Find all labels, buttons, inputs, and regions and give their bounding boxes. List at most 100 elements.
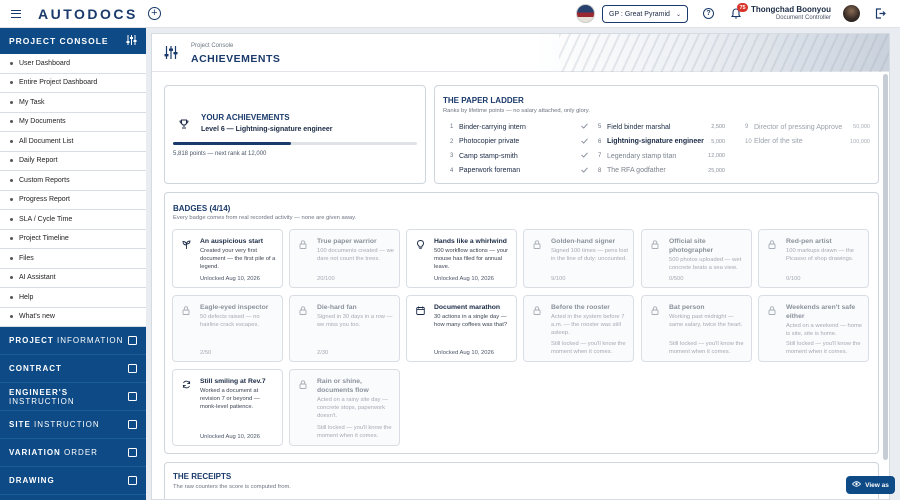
badge-tile[interactable]: An auspicious start Created your very fir… bbox=[172, 229, 283, 288]
sidebar-item-entire-project-dashboard[interactable]: Entire Project Dashboard bbox=[0, 74, 146, 93]
section-label-thin: INFORMATION bbox=[57, 336, 124, 345]
sidebar-item-label: Daily Report bbox=[19, 157, 58, 165]
sliders-icon[interactable] bbox=[126, 35, 137, 47]
rung-name: Lightning-signature engineer bbox=[607, 138, 704, 145]
add-circle-icon[interactable]: + bbox=[147, 7, 161, 20]
sidebar-item-files[interactable]: Files bbox=[0, 249, 146, 269]
receipts-title: THE RECEIPTS bbox=[173, 472, 232, 481]
breadcrumb[interactable]: Project Console bbox=[191, 43, 233, 49]
section-label: ENGINEER'S bbox=[9, 387, 69, 397]
badge-description: Worked a document at revision 7 or beyon… bbox=[200, 388, 260, 411]
badge-tile[interactable]: Eagle-eyed inspector 50 defects raised — … bbox=[172, 295, 283, 362]
sidebar-item-daily-report[interactable]: Daily Report bbox=[0, 152, 146, 171]
user-avatar[interactable] bbox=[843, 5, 860, 22]
ladder-rung: 1 Binder-carrying intern bbox=[450, 121, 588, 133]
points-text: 5,818 points — next rank at 12,000 bbox=[173, 151, 267, 157]
badge-tile[interactable]: Still smiling at Rev.7 Worked a document … bbox=[172, 369, 283, 446]
badge-tile[interactable]: Red-pen artist 100 markups drawn — the Pi… bbox=[758, 229, 869, 288]
badge-description: Acted on a weekend — home is site, site … bbox=[786, 323, 863, 338]
view-as-button[interactable]: View as bbox=[846, 476, 895, 494]
badge-title: Official site photographer bbox=[669, 238, 714, 254]
check-icon bbox=[581, 166, 588, 175]
sidebar-item-help[interactable]: Help bbox=[0, 288, 146, 308]
badge-tile[interactable]: Official site photographer 500 photos upl… bbox=[641, 229, 752, 288]
document-copy-icon bbox=[128, 392, 137, 401]
badge-description: Signed in 30 days in a row — we miss you… bbox=[317, 314, 393, 329]
help-icon[interactable]: ? bbox=[703, 8, 714, 19]
section-label: PROJECT bbox=[9, 336, 54, 345]
badge-status: Unlocked Aug 10, 2026 bbox=[434, 276, 494, 282]
sidebar-item-all-document-list[interactable]: All Document List bbox=[0, 132, 146, 152]
user-role: Document Controller bbox=[775, 15, 831, 21]
badge-status: 0/500 bbox=[669, 276, 684, 282]
logout-icon[interactable] bbox=[875, 8, 886, 21]
sidebar-item-label: My Documents bbox=[19, 118, 66, 126]
user-name[interactable]: Thongchad Boonyou bbox=[740, 5, 831, 14]
sidebar-section-variation-order[interactable]: VARIATION ORDER bbox=[0, 439, 146, 467]
badge-tile[interactable]: Die-hard fan Signed in 30 days in a row —… bbox=[289, 295, 400, 362]
ladder-rung: 6 Lightning-signature engineer 5,000 bbox=[598, 136, 725, 148]
sidebar-item-label: Entire Project Dashboard bbox=[19, 79, 98, 87]
ladder-rung: 7 Legendary stamp titan 12,000 bbox=[598, 150, 725, 162]
sidebar-console-header[interactable]: PROJECT CONSOLE bbox=[0, 28, 146, 54]
app-logo[interactable]: AUTODOCS bbox=[38, 6, 138, 22]
sidebar-section-contract[interactable]: CONTRACT bbox=[0, 355, 146, 383]
sidebar-item-custom-reports[interactable]: Custom Reports bbox=[0, 171, 146, 191]
badges-card: BADGES (4/14) Every badge comes from rea… bbox=[164, 192, 879, 454]
rung-number: 4 bbox=[450, 167, 454, 174]
bullet-icon bbox=[10, 217, 13, 221]
sidebar-section-project-information[interactable]: PROJECT INFORMATION bbox=[0, 327, 146, 355]
check-icon bbox=[581, 123, 588, 131]
section-label-thin: ORDER bbox=[64, 448, 98, 457]
ladder-rung: 5 Field binder marshal 2,500 bbox=[598, 121, 725, 133]
sidebar-item-progress-report[interactable]: Progress Report bbox=[0, 191, 146, 210]
badge-description: 100 markups drawn — the Picasso of shop … bbox=[786, 248, 854, 263]
badge-tile[interactable]: Rain or shine, documents flow Acted on a … bbox=[289, 369, 400, 446]
badge-status: 2/30 bbox=[317, 350, 329, 356]
badge-tile[interactable]: Hands like a whirlwind 500 workflow actio… bbox=[406, 229, 517, 288]
lock-icon bbox=[299, 380, 308, 389]
badge-tile[interactable]: Golden-hand signer Signed 100 times — pen… bbox=[523, 229, 634, 288]
badge-title: Rain or shine, documents flow bbox=[317, 378, 369, 394]
badge-tile[interactable]: Before the rooster Acted in the system be… bbox=[523, 295, 634, 362]
sidebar-item-my-task[interactable]: My Task bbox=[0, 93, 146, 113]
badge-description: 50 defects raised — no hairline crack es… bbox=[200, 314, 260, 329]
sidebar-item-project-timeline[interactable]: Project Timeline bbox=[0, 230, 146, 249]
sidebar-item-label: My Task bbox=[19, 98, 45, 106]
chevron-down-icon: ⌄ bbox=[675, 11, 681, 18]
section-label: VARIATION bbox=[9, 448, 61, 457]
lock-icon bbox=[651, 240, 660, 249]
points-progress-bar bbox=[173, 142, 417, 145]
rung-number: 9 bbox=[745, 124, 749, 130]
badge-title: Hands like a whirlwind bbox=[434, 238, 507, 245]
sidebar-item-my-documents[interactable]: My Documents bbox=[0, 113, 146, 132]
sidebar-section-site-instruction[interactable]: SITE INSTRUCTION bbox=[0, 411, 146, 439]
main-scrollbar[interactable] bbox=[883, 74, 888, 460]
badge-title: Eagle-eyed inspector bbox=[200, 304, 269, 311]
rung-name: Director of pressing Approve bbox=[754, 123, 843, 131]
badge-tile[interactable]: Document marathon 30 actions in a single … bbox=[406, 295, 517, 362]
project-select[interactable]: GP : Great Pyramid ⌄ bbox=[602, 5, 688, 23]
sidebar-item-sla-cycle-time[interactable]: SLA / Cycle Time bbox=[0, 210, 146, 230]
paper-ladder-card: THE PAPER LADDER Ranks by lifetime point… bbox=[434, 85, 879, 184]
sidebar-section-engineers-instruction[interactable]: ENGINEER'S INSTRUCTION bbox=[0, 383, 146, 411]
sidebar-item-whats-new[interactable]: What's new bbox=[0, 308, 146, 327]
badge-tile[interactable]: Weekends aren't safe either Acted on a we… bbox=[758, 295, 869, 362]
lock-icon bbox=[651, 306, 660, 315]
sidebar-item-label: Help bbox=[19, 293, 34, 301]
info-box-icon bbox=[128, 336, 137, 345]
eye-icon bbox=[852, 481, 862, 489]
badge-status: Unlocked Aug 10, 2026 bbox=[200, 434, 260, 440]
badge-status: 2/50 bbox=[200, 350, 212, 356]
sidebar-item-user-dashboard[interactable]: User Dashboard bbox=[0, 54, 146, 74]
sidebar-section-drawing[interactable]: DRAWING bbox=[0, 467, 146, 495]
badge-tile[interactable]: Bat person Working past midnight — same s… bbox=[641, 295, 752, 362]
badge-tile[interactable]: True paper warrior 100 documents created … bbox=[289, 229, 400, 288]
badge-description: Signed 100 times — pens lost in the line… bbox=[551, 248, 629, 263]
project-avatar bbox=[576, 4, 595, 23]
bullet-icon bbox=[10, 81, 13, 85]
badge-description: 100 documents created — we dare not coun… bbox=[317, 248, 395, 263]
badge-description: 30 actions in a single day — how many co… bbox=[434, 314, 508, 329]
sidebar-item-ai-assistant[interactable]: AI Assistant bbox=[0, 269, 146, 288]
hamburger-menu-icon[interactable] bbox=[11, 9, 21, 18]
